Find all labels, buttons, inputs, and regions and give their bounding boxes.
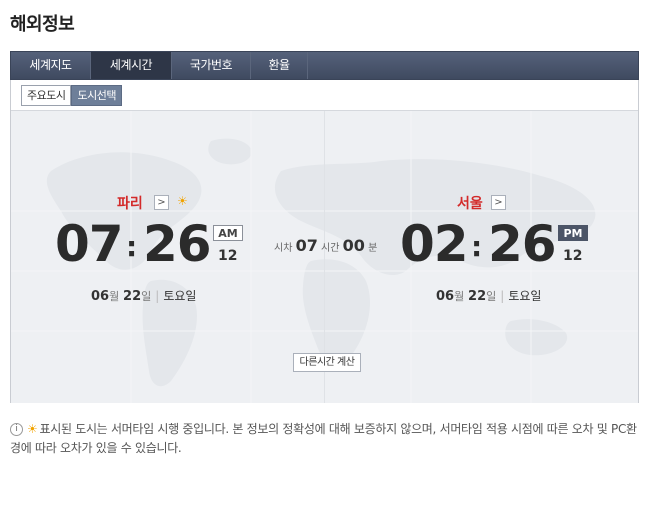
left-month-unit: 월: [109, 290, 120, 303]
sun-icon: ☀: [27, 422, 38, 436]
diff-minutes: 00: [342, 236, 365, 255]
right-date-separator: |: [500, 289, 505, 303]
right-day-unit: 일: [486, 290, 497, 303]
left-date-separator: |: [155, 289, 160, 303]
chevron-right-icon: >: [494, 197, 503, 208]
tab-world-time[interactable]: 세계시간: [91, 52, 172, 79]
left-weekday: 토요일: [163, 289, 197, 303]
subtab-select-city[interactable]: 도시선택: [71, 85, 122, 106]
right-day: 22: [468, 289, 487, 304]
diff-hours: 07: [295, 236, 318, 255]
left-date: 06월 22일 | 토요일: [91, 287, 196, 304]
main-tabbar: 세계지도 세계시간 국가번호 환율: [10, 51, 639, 80]
diff-minutes-unit: 분: [368, 243, 378, 254]
tab-country-code[interactable]: 국가번호: [172, 52, 251, 79]
left-hour: 07: [55, 215, 124, 273]
right-second: 12: [563, 248, 583, 264]
diff-hours-unit: 시간: [321, 243, 340, 254]
right-weekday: 토요일: [508, 289, 542, 303]
subtab-group: 주요도시 도시선택: [21, 85, 122, 106]
right-date: 06월 22일 | 토요일: [436, 287, 541, 304]
right-minute: 26: [488, 215, 557, 273]
left-city-select-button[interactable]: >: [154, 195, 169, 210]
right-month: 06: [436, 289, 455, 304]
chevron-right-icon: >: [157, 197, 166, 208]
world-time-panel: 주요도시 도시선택 파리 > ☀ 07 : 26 AM 12 06월 22일 |…: [10, 80, 639, 403]
info-icon: i: [10, 423, 23, 436]
right-colon: :: [471, 230, 483, 263]
left-month: 06: [91, 289, 110, 304]
notice-text: 표시된 도시는 서머타임 시행 중입니다. 본 정보의 정확성에 대해 보증하지…: [10, 422, 637, 455]
diff-prefix: 시차: [274, 243, 293, 254]
subtab-major-cities[interactable]: 주요도시: [21, 85, 72, 106]
other-time-calc-button[interactable]: 다른시간 계산: [293, 353, 361, 372]
right-hour: 02: [400, 215, 469, 273]
left-day: 22: [123, 289, 142, 304]
left-ampm-badge: AM: [213, 225, 243, 241]
time-difference: 시차 07 시간 00 분: [274, 236, 377, 255]
right-ampm-badge: PM: [558, 225, 588, 241]
world-map-background: 파리 > ☀ 07 : 26 AM 12 06월 22일 | 토요일 시차 07 시…: [11, 110, 638, 403]
left-second: 12: [218, 248, 238, 264]
left-minute: 26: [143, 215, 212, 273]
left-city-name: 파리: [117, 196, 143, 212]
page-title: 해외정보: [10, 14, 75, 35]
summer-time-notice: i ☀ 표시된 도시는 서머타임 시행 중입니다. 본 정보의 정확성에 대해 보증…: [10, 420, 640, 458]
right-city-select-button[interactable]: >: [491, 195, 506, 210]
tab-exchange-rate[interactable]: 환율: [251, 52, 308, 79]
tab-world-map[interactable]: 세계지도: [11, 52, 91, 79]
left-colon: :: [126, 230, 138, 263]
sun-icon: ☀: [177, 194, 188, 208]
right-city-name: 서울: [457, 196, 483, 212]
left-day-unit: 일: [141, 290, 152, 303]
right-month-unit: 월: [454, 290, 465, 303]
